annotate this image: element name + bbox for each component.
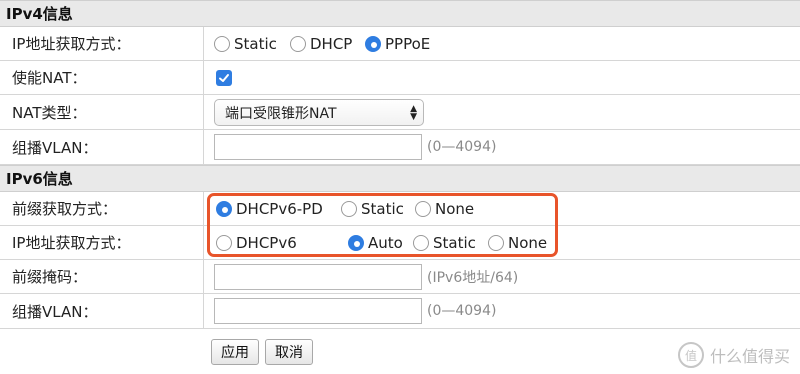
column-divider xyxy=(203,226,204,259)
ipv4-ip-method-row: IP地址获取方式： Static DHCP PPPoE xyxy=(0,27,800,61)
radio-circle-icon xyxy=(365,35,381,52)
radio-label: PPPoE xyxy=(385,34,431,53)
select-arrows-icon: ▲ ▼ xyxy=(410,104,417,122)
radio-label: Static xyxy=(433,233,476,252)
radio-label: Static xyxy=(361,199,404,218)
prefix-method-label: 前缀获取方式： xyxy=(12,200,118,218)
radio-prefix-static[interactable]: Static xyxy=(341,200,404,218)
ipv6-ip-method-label: IP地址获取方式： xyxy=(12,234,131,252)
radio-label: None xyxy=(435,199,475,218)
radio-prefix-none[interactable]: None xyxy=(415,200,474,218)
column-divider xyxy=(203,95,204,129)
column-divider xyxy=(203,294,204,328)
radio-label: DHCPv6 xyxy=(236,233,297,252)
radio-label: Auto xyxy=(368,233,403,252)
ipv6-ip-method-row: IP地址获取方式： DHCPv6 Auto Static None xyxy=(0,226,800,260)
column-divider xyxy=(203,192,204,225)
radio-label: DHCPv6-PD xyxy=(236,199,323,218)
radio-circle-icon xyxy=(214,35,230,52)
ipv6-vlan-row: 组播VLAN： (0—4094) xyxy=(0,294,800,329)
watermark-logo-icon: 值 xyxy=(677,342,704,368)
nat-type-row: NAT类型： 端口受限锥形NAT ▲ ▼ xyxy=(0,95,800,130)
radio-circle-icon xyxy=(216,200,232,217)
ipv4-vlan-hint: (0—4094) xyxy=(427,139,497,155)
nat-enable-row: 使能NAT： xyxy=(0,61,800,95)
radio-ipv4-static[interactable]: Static xyxy=(214,35,277,53)
ipv4-header-title: IPv4信息 xyxy=(6,5,73,23)
ipv4-vlan-row: 组播VLAN： (0—4094) xyxy=(0,130,800,165)
prefix-mask-input[interactable] xyxy=(214,263,422,290)
ipv6-section-header: IPv6信息 xyxy=(0,165,800,192)
radio-ipv4-dhcp[interactable]: DHCP xyxy=(290,35,352,53)
radio-prefix-dhcpv6pd[interactable]: DHCPv6-PD xyxy=(216,200,323,218)
prefix-mask-row: 前缀掩码： (IPv6地址/64) xyxy=(0,260,800,294)
nat-enable-label: 使能NAT： xyxy=(12,69,87,87)
radio-circle-icon xyxy=(290,35,306,52)
radio-circle-icon xyxy=(341,200,357,217)
checkmark-icon xyxy=(219,73,229,82)
cancel-button[interactable]: 取消 xyxy=(265,339,313,365)
radio-ipv6-none[interactable]: None xyxy=(488,234,547,252)
column-divider xyxy=(203,260,204,293)
nat-enable-checkbox[interactable] xyxy=(216,69,232,86)
radio-label: None xyxy=(508,233,548,252)
radio-label: Static xyxy=(234,34,277,53)
radio-ipv6-auto[interactable]: Auto xyxy=(348,234,403,252)
ipv6-vlan-label: 组播VLAN： xyxy=(12,302,98,321)
nat-type-value: 端口受限锥形NAT xyxy=(225,105,337,122)
radio-ipv6-static[interactable]: Static xyxy=(413,234,476,252)
radio-circle-icon xyxy=(348,234,364,251)
radio-circle-icon xyxy=(216,234,232,251)
radio-circle-icon xyxy=(488,234,504,251)
column-divider xyxy=(203,130,204,164)
ipv4-ip-method-label: IP地址获取方式： xyxy=(12,35,131,53)
apply-button[interactable]: 应用 xyxy=(211,339,259,365)
column-divider xyxy=(203,27,204,60)
watermark-text: 什么值得买 xyxy=(709,347,790,366)
radio-label: DHCP xyxy=(310,34,353,53)
radio-ipv6-dhcpv6[interactable]: DHCPv6 xyxy=(216,234,297,252)
column-divider xyxy=(203,61,204,94)
ipv4-vlan-input[interactable] xyxy=(214,134,422,160)
nat-type-select[interactable]: 端口受限锥形NAT ▲ ▼ xyxy=(214,99,424,126)
nat-type-label: NAT类型： xyxy=(12,103,87,122)
ipv4-vlan-label: 组播VLAN： xyxy=(12,138,98,157)
ipv6-vlan-hint: (0—4094) xyxy=(427,303,497,319)
prefix-method-row: 前缀获取方式： DHCPv6-PD Static None xyxy=(0,192,800,226)
ipv4-section-header: IPv4信息 xyxy=(0,0,800,27)
radio-ipv4-pppoe[interactable]: PPPoE xyxy=(365,35,430,53)
ipv6-vlan-input[interactable] xyxy=(214,298,422,324)
watermark: 值 什么值得买 xyxy=(677,342,790,368)
prefix-mask-hint: (IPv6地址/64) xyxy=(427,269,519,286)
radio-circle-icon xyxy=(415,200,431,217)
prefix-mask-label: 前缀掩码： xyxy=(12,268,88,286)
ipv6-header-title: IPv6信息 xyxy=(6,170,73,188)
radio-circle-icon xyxy=(413,234,429,251)
